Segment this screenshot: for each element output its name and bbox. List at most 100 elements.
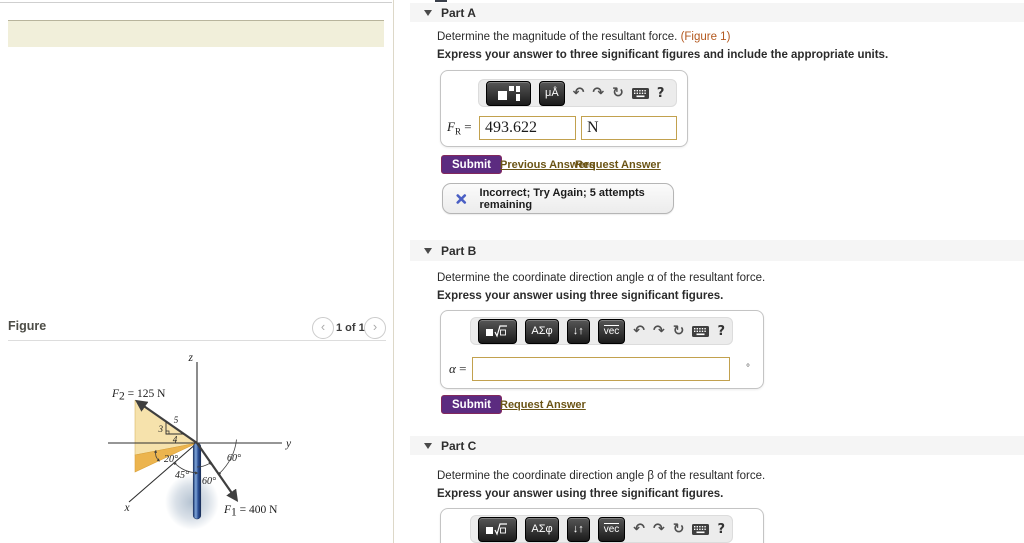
part-a-question: Determine the magnitude of the resultant… [437,31,730,43]
part-c-toolbar: ΑΣφ ↓↑ vec ↶ ↷ ↻ ? [470,515,733,543]
redo-icon[interactable]: ↷ [653,522,665,536]
collapse-triangle-icon[interactable] [424,10,432,16]
part-a-answer-box: μÅ ↶ ↷ ↻ ? FR = [440,70,688,147]
part-a-question-text: Determine the magnitude of the resultant… [437,31,681,43]
angle-45-label: 45° [175,470,189,481]
request-answer-link-b[interactable]: Request Answer [500,399,586,411]
figure-header-rule [8,340,386,341]
part-a-value-input[interactable] [479,116,576,140]
force-f1-label: F1 = 400 N [223,504,278,519]
value-units-template-button[interactable] [486,80,531,106]
part-c-header[interactable]: Part C [410,436,1024,455]
part-c-question: Determine the coordinate direction angle… [437,470,766,482]
part-a-title: Part A [441,6,476,20]
alpha-equals: = [455,361,467,376]
part-b-header[interactable]: Part B [410,240,1024,261]
part-a-units-input[interactable] [581,116,677,140]
part-b-submit-button[interactable]: Submit [441,395,502,414]
part-c-instruction: Express your answer using three signific… [437,488,724,500]
part-a-toolbar: μÅ ↶ ↷ ↻ ? [478,79,677,107]
request-answer-link-a[interactable]: Request Answer [575,159,661,171]
degree-symbol: ° [746,363,750,374]
chevron-left-icon: ‹ [320,319,326,334]
vec-button-label: vec [603,325,620,337]
math-template-icon [486,324,508,338]
updown-arrows-button[interactable]: ↓↑ [566,318,590,344]
angle-60-upper-label: 60° [227,453,241,464]
help-icon[interactable]: ? [717,523,725,536]
updown-arrows-button[interactable]: ↓↑ [566,516,590,542]
updown-button-label: ↓↑ [572,325,584,337]
keyboard-icon[interactable] [631,87,649,99]
undo-icon[interactable]: ↶ [633,324,645,338]
reset-icon[interactable]: ↻ [612,86,624,100]
redo-icon[interactable]: ↷ [653,324,665,338]
greek-symbols-button[interactable]: ΑΣφ [525,516,559,542]
force-diagram: z y x F2 = 125 N F1 = 400 N 3 4 5 20° 45… [108,352,292,530]
reset-icon[interactable]: ↻ [673,324,685,338]
value-units-template-icon [497,85,520,101]
angle-60-lower-label: 60° [202,476,216,487]
figure-panel-title: Figure [8,319,47,333]
undo-icon[interactable]: ↶ [573,86,585,100]
vec-button-label: vec [603,523,620,535]
units-button-label: μÅ [545,87,559,99]
left-panel-top-rule [0,2,392,3]
greek-symbols-button[interactable]: ΑΣφ [525,318,559,344]
z-axis-label: z [188,352,194,364]
slope-rise-label: 3 [158,424,164,434]
part-a-header[interactable]: Part A [410,3,1024,22]
help-icon[interactable]: ? [657,87,665,100]
feedback-text: Incorrect; Try Again; 5 attempts remaini… [479,186,645,211]
mastering-physics-page: Figure ‹ 1 of 1 › z y x F2 = 125 N F1 = … [0,0,1024,543]
figure-next-button[interactable]: › [364,317,386,339]
help-icon[interactable]: ? [717,325,725,338]
part-b-title: Part B [441,244,477,258]
part-c-title: Part C [441,439,477,453]
part-b-instruction: Express your answer using three signific… [437,290,724,302]
angle-20-label: 20° [164,454,178,465]
assignment-panel: Part A Determine the magnitude of the re… [410,0,1024,543]
keyboard-icon[interactable] [692,325,710,337]
alpha-symbol: α [449,361,456,376]
part-b-answer-label: α = [449,361,466,377]
updown-button-label: ↓↑ [572,523,584,535]
part-a-instruction: Express your answer to three significant… [437,49,889,61]
feedback-banner: Incorrect; Try Again; 5 attempts remaini… [442,183,674,214]
part-a-answer-label: FR = [447,119,472,137]
collapse-triangle-icon[interactable] [424,248,432,254]
part-c-answer-box: ΑΣφ ↓↑ vec ↶ ↷ ↻ ? [440,508,764,543]
collapse-triangle-icon[interactable] [424,443,432,449]
reset-icon[interactable]: ↻ [673,522,685,536]
redo-icon[interactable]: ↷ [592,86,604,100]
part-a-submit-button[interactable]: Submit [441,155,502,174]
undo-icon[interactable]: ↶ [633,522,645,536]
part-b-question: Determine the coordinate direction angle… [437,272,766,284]
part-b-toolbar: ΑΣφ ↓↑ vec ↶ ↷ ↻ ? [470,317,733,345]
incorrect-x-icon [456,193,467,204]
vector-button[interactable]: vec [597,516,626,542]
fr-equals: = [460,119,472,134]
math-template-button[interactable] [478,516,518,542]
pole [192,442,202,520]
figure-1-link[interactable]: (Figure 1) [681,31,731,43]
part-b-value-input[interactable] [472,357,730,381]
keyboard-icon[interactable] [692,523,710,535]
force-f2-label: F2 = 125 N [111,388,166,403]
panel-divider[interactable] [393,0,394,543]
fr-symbol: F [447,119,455,134]
y-axis-label: y [285,438,292,450]
math-template-button[interactable] [478,318,518,344]
figure-page-indicator: 1 of 1 [336,322,365,334]
math-template-icon [486,522,508,536]
greek-button-label: ΑΣφ [531,523,553,535]
problem-statement-highlight [8,20,384,47]
slope-run-label: 4 [173,435,178,445]
greek-button-label: ΑΣφ [531,325,553,337]
vector-button[interactable]: vec [597,318,626,344]
units-button[interactable]: μÅ [539,80,565,106]
chevron-right-icon: › [372,319,378,334]
slope-hyp-label: 5 [174,415,179,425]
figure-prev-button[interactable]: ‹ [312,317,334,339]
x-axis-label: x [123,502,130,514]
